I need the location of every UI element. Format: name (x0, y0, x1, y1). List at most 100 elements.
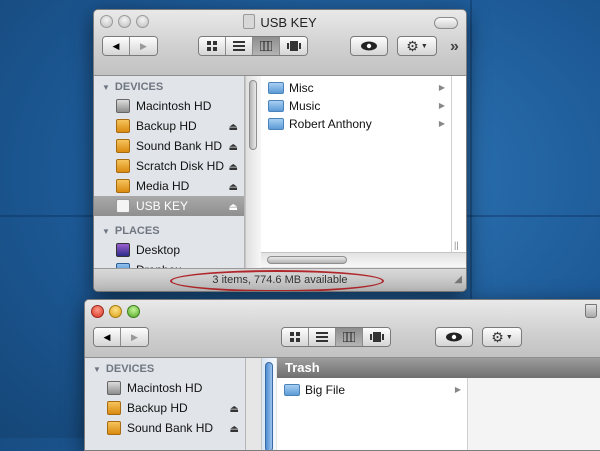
eject-icon[interactable]: ⏏ (229, 118, 238, 138)
eject-icon[interactable]: ⏏ (229, 198, 238, 218)
close-button[interactable] (91, 305, 104, 318)
back-button[interactable]: ◀ (103, 37, 130, 55)
cover-flow-icon (286, 41, 301, 51)
scrollbar-thumb[interactable] (267, 256, 347, 264)
sidebar-item-label: Desktop (136, 243, 181, 257)
sidebar-item-backup-hd[interactable]: Backup HD ⏏ (85, 398, 245, 418)
eject-icon[interactable]: ⏏ (229, 138, 238, 158)
action-menu-button[interactable]: ⚙ ▼ (397, 36, 437, 56)
empty-column (452, 76, 466, 252)
sidebar-scrollbar[interactable] (261, 358, 276, 450)
cover-flow-button[interactable] (363, 328, 390, 346)
sidebar-section-places: ▼ PLACES (94, 222, 244, 240)
quick-look-button[interactable] (350, 36, 388, 56)
back-button[interactable]: ◀ (94, 328, 121, 346)
icon-view-button[interactable] (282, 328, 309, 346)
sidebar-item-sound-bank-hd[interactable]: Sound Bank HD ⏏ (94, 136, 244, 156)
eject-icon[interactable]: ⏏ (229, 158, 238, 178)
file-name: Robert Anthony (289, 117, 372, 131)
desktop-icon (116, 243, 130, 257)
sidebar-item-label: Backup HD (136, 119, 197, 133)
back-forward-control: ◀ ▶ (102, 36, 158, 56)
view-mode-control (281, 327, 391, 347)
file-name: Big File (305, 383, 346, 397)
sidebar-item-scratch-disk-hd[interactable]: Scratch Disk HD ⏏ (94, 156, 244, 176)
disclosure-triangle-icon[interactable]: ▼ (102, 227, 110, 236)
horizontal-scrollbar[interactable] (261, 252, 466, 267)
forward-arrow-icon: ▶ (131, 331, 138, 342)
sidebar-item-media-hd[interactable]: Media HD ⏏ (94, 176, 244, 196)
section-heading: DEVICES (105, 363, 155, 375)
disclosure-arrow-icon: ▶ (438, 119, 445, 128)
sidebar-item-label: Macintosh HD (127, 381, 203, 395)
column-resize-handle[interactable]: || (454, 240, 459, 250)
eject-icon[interactable]: ⏏ (230, 420, 239, 440)
forward-arrow-icon: ▶ (140, 40, 147, 51)
forward-button[interactable]: ▶ (121, 328, 148, 346)
quick-look-button[interactable] (435, 327, 473, 347)
icon-view-icon (289, 331, 300, 342)
column-view-button[interactable] (336, 328, 363, 346)
list-view-button[interactable] (226, 37, 253, 55)
sidebar-item-backup-hd[interactable]: Backup HD ⏏ (94, 116, 244, 136)
resize-grip-icon[interactable]: ◢ (454, 269, 462, 291)
disclosure-triangle-icon[interactable]: ▼ (93, 365, 101, 374)
column-view-icon (343, 332, 355, 342)
chevron-down-icon: ▼ (505, 333, 513, 341)
usb-drive-icon (116, 199, 130, 213)
list-item-robert-anthony[interactable]: Robert Anthony ▶ (261, 115, 451, 133)
external-drive-icon (116, 179, 130, 193)
sidebar-scrollbar[interactable] (245, 76, 261, 268)
sidebar-item-macintosh-hd[interactable]: Macintosh HD (85, 378, 245, 398)
gear-icon: ⚙ (406, 37, 419, 54)
eye-icon (446, 332, 462, 342)
column-header-text: Trash (285, 360, 320, 375)
icon-view-button[interactable] (199, 37, 226, 55)
sidebar-section-devices: ▼ DEVICES (94, 78, 244, 96)
back-arrow-icon: ◀ (103, 331, 111, 342)
title-toolbar: ◀ ▶ ⚙ ▼ (85, 300, 600, 358)
eye-icon (361, 41, 377, 51)
column-view-button[interactable] (253, 37, 280, 55)
sidebar-item-label: Scratch Disk HD (136, 159, 225, 173)
list-view-icon (316, 332, 328, 342)
view-mode-control (198, 36, 308, 56)
disclosure-triangle-icon[interactable]: ▼ (102, 83, 110, 92)
sidebar-item-macintosh-hd[interactable]: Macintosh HD (94, 96, 244, 116)
cover-flow-icon (369, 332, 384, 342)
sidebar-item-usb-key[interactable]: USB KEY ⏏ (94, 196, 244, 216)
window-title: USB KEY (94, 14, 466, 30)
scrollbar-thumb[interactable] (249, 80, 257, 150)
disclosure-arrow-icon: ▶ (438, 101, 445, 110)
finder-window-trash: ◀ ▶ ⚙ ▼ ▼ DEVICES Macintosh HD Backup HD… (84, 299, 600, 451)
action-menu-button[interactable]: ⚙ ▼ (482, 327, 522, 347)
external-drive-icon (107, 421, 121, 435)
list-item-misc[interactable]: Misc ▶ (261, 79, 451, 97)
chevron-down-icon: ▼ (420, 42, 428, 50)
eject-icon[interactable]: ⏏ (229, 178, 238, 198)
back-forward-control: ◀ ▶ (93, 327, 149, 347)
folder-icon (268, 100, 284, 112)
status-bar: 3 items, 774.6 MB available ◢ (94, 268, 466, 291)
empty-column (468, 378, 600, 450)
list-item-big-file[interactable]: Big File ▶ (277, 381, 467, 399)
sidebar-item-label: Media HD (136, 179, 190, 193)
toolbar-overflow-icon[interactable]: » (450, 38, 459, 56)
sidebar-item-desktop[interactable]: Desktop (94, 240, 244, 260)
sidebar-item-label: Backup HD (127, 401, 188, 415)
forward-button[interactable]: ▶ (130, 37, 157, 55)
list-item-music[interactable]: Music ▶ (261, 97, 451, 115)
minimize-button[interactable] (109, 305, 122, 318)
file-name: Music (289, 99, 321, 113)
sidebar-item-label: USB KEY (136, 199, 189, 213)
sidebar-item-sound-bank-hd[interactable]: Sound Bank HD ⏏ (85, 418, 245, 438)
external-drive-icon (116, 139, 130, 153)
annotation-highlight-oval (170, 270, 384, 291)
toolbar-toggle-button[interactable] (434, 17, 458, 29)
cover-flow-button[interactable] (280, 37, 307, 55)
list-view-button[interactable] (309, 328, 336, 346)
column-header-trash: Trash (277, 358, 600, 378)
eject-icon[interactable]: ⏏ (230, 400, 239, 420)
sidebar-section-devices: ▼ DEVICES (85, 360, 245, 378)
zoom-button[interactable] (127, 305, 140, 318)
